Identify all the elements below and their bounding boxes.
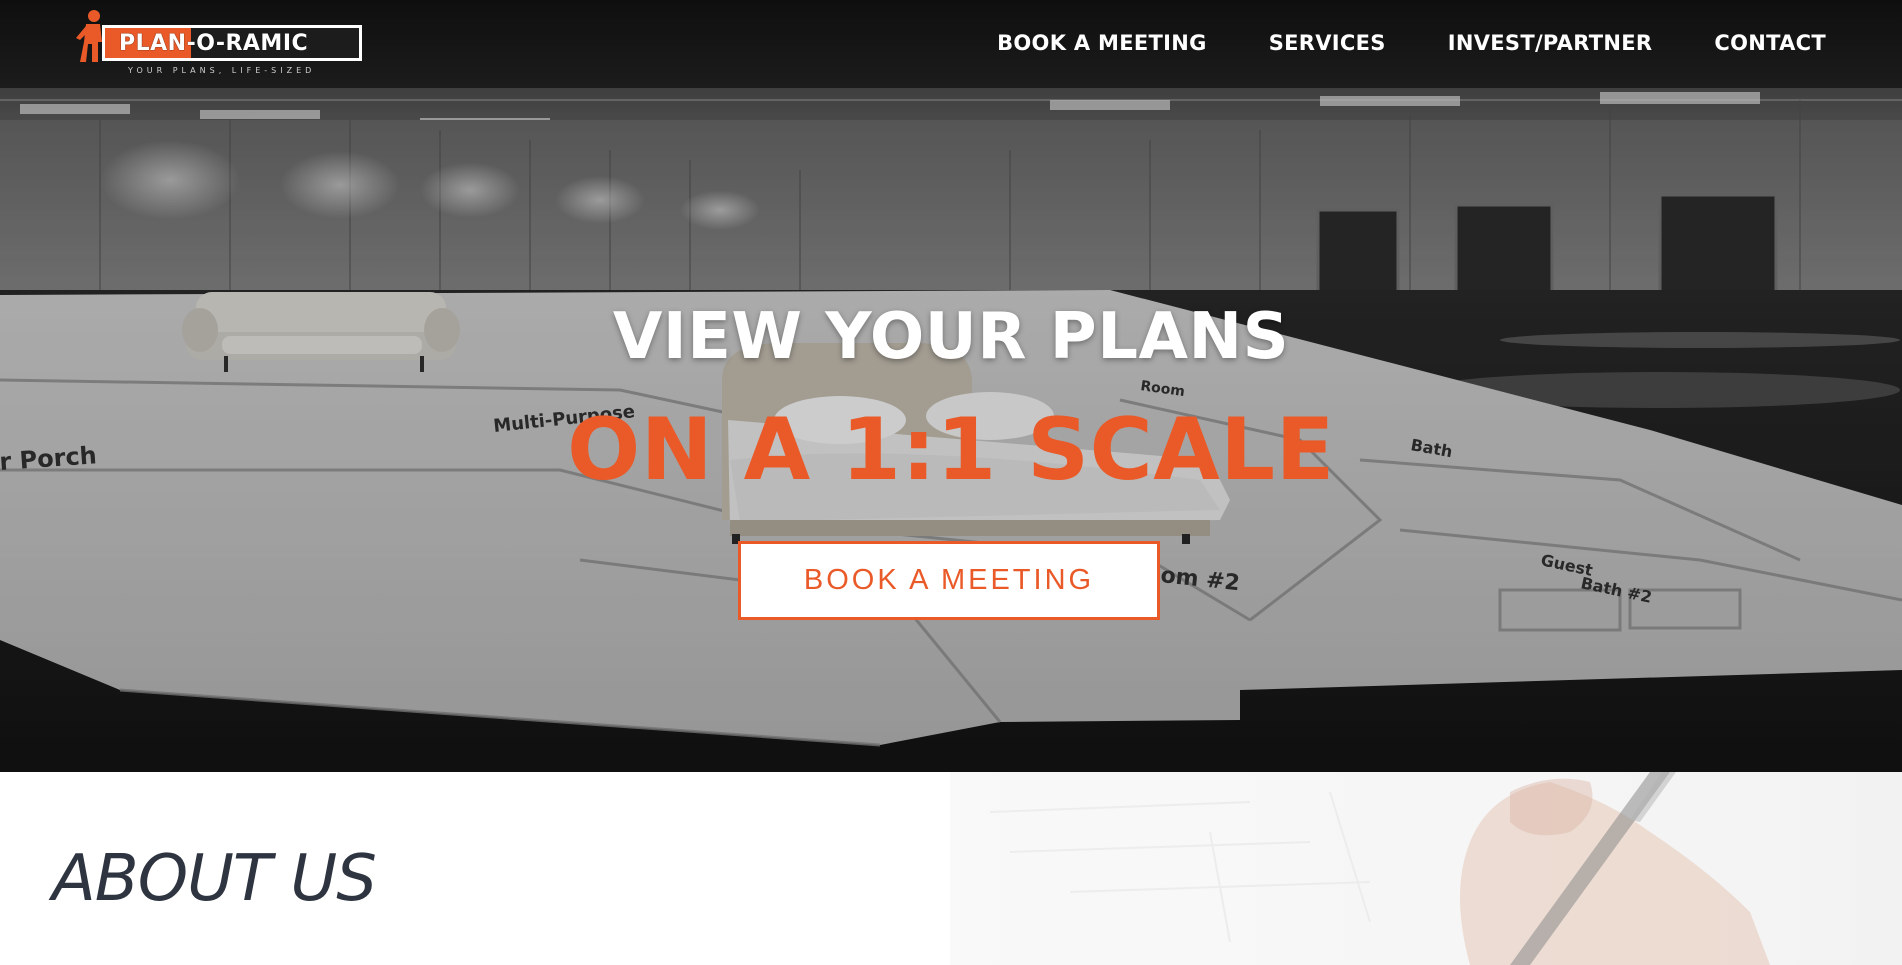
hero-background-image: r Porch Multi-Purpose Bath Guest Bath #2… — [0, 0, 1902, 772]
nav-contact[interactable]: CONTACT — [1714, 31, 1826, 55]
nav-book-a-meeting[interactable]: BOOK A MEETING — [997, 31, 1207, 55]
about-us-heading: ABOUT US — [52, 842, 377, 916]
book-a-meeting-button[interactable]: BOOK A MEETING — [738, 541, 1160, 620]
hero-section: r Porch Multi-Purpose Bath Guest Bath #2… — [0, 0, 1902, 772]
main-nav: BOOK A MEETING SERVICES INVEST/PARTNER C… — [997, 31, 1826, 55]
hero-title-line2: ON A 1:1 SCALE — [567, 400, 1335, 500]
logo-wordmark: PLAN-O-RAMIC — [119, 31, 309, 56]
logo-tagline: YOUR PLANS, LIFE-SIZED — [128, 66, 316, 75]
nav-invest-partner[interactable]: INVEST/PARTNER — [1448, 31, 1653, 55]
about-hand-drawing-image — [950, 772, 1902, 965]
hero-title-line1: VIEW YOUR PLANS — [612, 300, 1290, 374]
hand-with-pen-illustration — [950, 772, 1902, 965]
site-header: PLAN-O-RAMIC YOUR PLANS, LIFE-SIZED BOOK… — [0, 0, 1902, 88]
site-logo[interactable]: PLAN-O-RAMIC YOUR PLANS, LIFE-SIZED — [72, 8, 368, 78]
nav-services[interactable]: SERVICES — [1269, 31, 1386, 55]
about-section: ABOUT US — [0, 772, 1902, 965]
logo-wordmark-box: PLAN-O-RAMIC — [102, 25, 362, 61]
